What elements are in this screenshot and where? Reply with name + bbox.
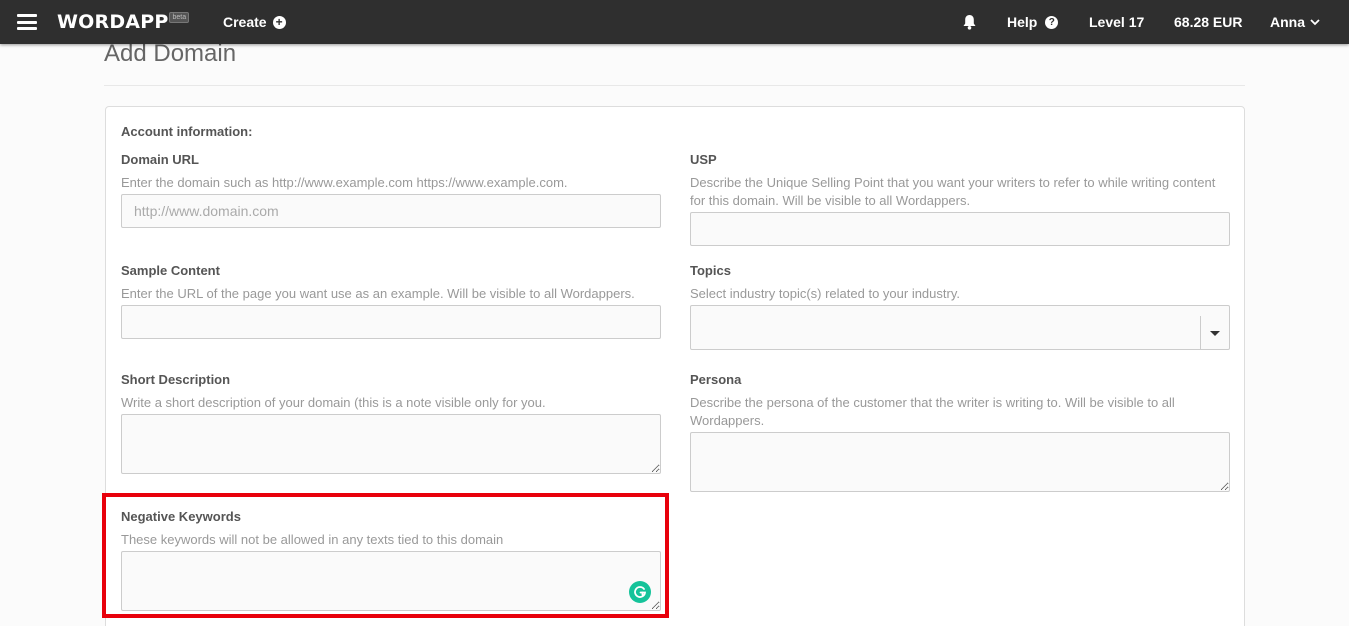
title-divider: [104, 85, 1245, 86]
domain-url-label: Domain URL: [121, 152, 199, 167]
user-menu[interactable]: Anna: [1270, 0, 1320, 44]
help-label: Help: [1007, 14, 1038, 30]
usp-label: USP: [690, 152, 717, 167]
user-name: Anna: [1270, 14, 1305, 30]
topics-select[interactable]: [690, 305, 1230, 350]
notifications-bell-icon[interactable]: [962, 0, 977, 44]
create-label: Create: [223, 14, 267, 30]
balance-label: 68.28 EUR: [1174, 14, 1243, 30]
usp-help: Describe the Unique Selling Point that y…: [690, 175, 1216, 208]
short-description-help: Write a short description of your domain…: [121, 395, 546, 410]
account-information-panel: Account information: Domain URL Enter th…: [105, 106, 1245, 626]
wordapp-logo[interactable]: WORDAPP beta: [57, 0, 190, 44]
question-circle-icon: ?: [1045, 15, 1059, 29]
domain-url-help: Enter the domain such as http://www.exam…: [121, 175, 568, 190]
logo-text: WORDAPP: [57, 11, 169, 33]
top-navbar: WORDAPP beta Create + Help ? Level 17 68…: [0, 0, 1349, 44]
negative-keywords-textarea[interactable]: [121, 551, 661, 611]
dropdown-caret-icon[interactable]: [1200, 316, 1229, 350]
sample-content-help: Enter the URL of the page you want use a…: [121, 286, 635, 301]
hamburger-menu-icon[interactable]: [17, 0, 39, 44]
beta-badge: beta: [169, 11, 190, 23]
topics-help: Select industry topic(s) related to your…: [690, 286, 960, 301]
section-heading: Account information:: [121, 124, 253, 139]
short-description-label: Short Description: [121, 372, 231, 387]
level-label: Level 17: [1089, 14, 1145, 30]
page-title: Add Domain: [104, 40, 237, 67]
persona-label: Persona: [690, 372, 742, 387]
negative-keywords-help: These keywords will not be allowed in an…: [121, 532, 504, 547]
account-balance[interactable]: 68.28 EUR: [1174, 0, 1242, 44]
sample-content-label: Sample Content: [121, 263, 220, 278]
usp-input[interactable]: [690, 212, 1230, 246]
topics-label: Topics: [690, 263, 731, 278]
domain-url-input[interactable]: [121, 194, 661, 228]
grammarly-icon[interactable]: [629, 581, 651, 603]
short-description-textarea[interactable]: [121, 414, 661, 474]
help-button[interactable]: Help ?: [1007, 0, 1059, 44]
persona-textarea[interactable]: [690, 432, 1230, 492]
plus-circle-icon: +: [272, 15, 286, 29]
negative-keywords-label: Negative Keywords: [121, 509, 241, 524]
persona-help: Describe the persona of the customer tha…: [690, 395, 1175, 428]
create-menu-button[interactable]: Create +: [223, 0, 286, 44]
level-indicator[interactable]: Level 17: [1089, 0, 1144, 44]
chevron-down-icon: [1310, 19, 1320, 26]
sample-content-input[interactable]: [121, 305, 661, 339]
